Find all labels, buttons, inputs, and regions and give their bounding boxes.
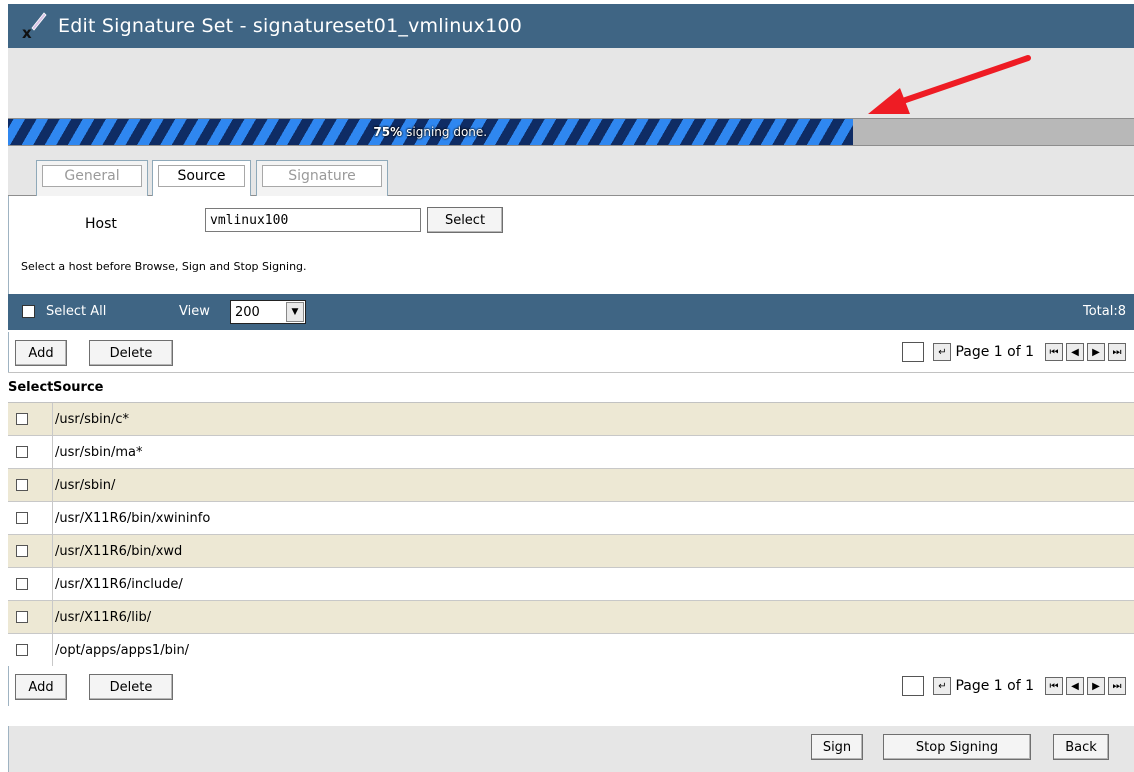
window-title: Edit Signature Set - signatureset01_vmli… (58, 15, 522, 37)
row-source: /usr/sbin/c* (55, 411, 130, 427)
row-source: /usr/X11R6/bin/xwininfo (55, 510, 211, 526)
row-checkbox[interactable] (16, 545, 28, 557)
table-row: /usr/sbin/ (8, 469, 1134, 502)
host-select-button[interactable]: Select (427, 207, 503, 233)
row-source: /usr/X11R6/include/ (55, 576, 183, 592)
delete-button-bottom[interactable]: Delete (89, 674, 173, 700)
stop-signing-button[interactable]: Stop Signing (883, 734, 1031, 760)
add-button[interactable]: Add (15, 340, 67, 366)
row-checkbox[interactable] (16, 512, 28, 524)
progress-text: signing done. (406, 125, 488, 139)
row-source: /usr/X11R6/bin/xwd (55, 543, 183, 559)
tab-source[interactable]: Source (152, 160, 251, 197)
host-input[interactable] (205, 208, 421, 232)
first-page-icon[interactable]: ⏮ (1045, 677, 1063, 695)
tab-general-label: General (42, 165, 142, 187)
previous-page-icon[interactable]: ◀ (1066, 343, 1084, 361)
next-page-icon[interactable]: ▶ (1087, 677, 1105, 695)
pager-bottom: ↵ Page 1 of 1 ⏮ ◀ ▶ ⏭ (902, 676, 1126, 696)
total-count: Total:8 (1082, 304, 1126, 319)
title-bar: x Edit Signature Set - signatureset01_vm… (8, 4, 1134, 48)
signing-progress-bar: 75% signing done. (8, 118, 1134, 146)
row-checkbox[interactable] (16, 446, 28, 458)
last-page-icon[interactable]: ⏭ (1108, 343, 1126, 361)
table-toolbar-bottom: Add Delete ↵ Page 1 of 1 ⏮ ◀ ▶ ⏭ (8, 666, 1134, 706)
progress-label: 75% signing done. (8, 119, 853, 145)
go-to-page-icon[interactable]: ↵ (933, 677, 952, 695)
tab-general[interactable]: General (36, 160, 148, 196)
previous-page-icon[interactable]: ◀ (1066, 677, 1084, 695)
tab-bar: General Source Signature (8, 146, 1134, 197)
delete-button[interactable]: Delete (89, 340, 173, 366)
row-checkbox[interactable] (16, 578, 28, 590)
row-source: /usr/X11R6/lib/ (55, 609, 152, 625)
table-row: /usr/sbin/c* (8, 403, 1134, 436)
view-count-value: 200 (235, 304, 260, 320)
action-bar: Sign Stop Signing Back (8, 726, 1134, 772)
row-checkbox[interactable] (16, 413, 28, 425)
row-checkbox[interactable] (16, 611, 28, 623)
page-number-input-bottom[interactable] (902, 676, 925, 696)
view-bar: Select All View 200 ▼ Total:8 (8, 294, 1134, 330)
add-button-bottom[interactable]: Add (15, 674, 67, 700)
table-row: /opt/apps/apps1/bin/ (8, 634, 1134, 667)
app-logo-icon: x (8, 4, 52, 48)
row-checkbox[interactable] (16, 479, 28, 491)
first-page-icon[interactable]: ⏮ (1045, 343, 1063, 361)
header-select: Select (8, 380, 54, 395)
row-source: /usr/sbin/ (55, 477, 116, 493)
pager: ↵ Page 1 of 1 ⏮ ◀ ▶ ⏭ (902, 342, 1126, 362)
header-source: Source (53, 380, 104, 395)
host-label: Host (85, 216, 117, 232)
chevron-down-icon[interactable]: ▼ (286, 302, 304, 322)
red-arrow-icon (868, 55, 1031, 114)
host-hint: Select a host before Browse, Sign and St… (21, 260, 307, 273)
view-count-select[interactable]: 200 ▼ (230, 300, 306, 324)
go-to-page-icon[interactable]: ↵ (933, 343, 952, 361)
row-source: /opt/apps/apps1/bin/ (55, 642, 190, 658)
select-all-label: Select All (46, 304, 107, 319)
table-row: /usr/sbin/ma* (8, 436, 1134, 469)
next-page-icon[interactable]: ▶ (1087, 343, 1105, 361)
table-row: /usr/X11R6/lib/ (8, 601, 1134, 634)
page-text: Page 1 of 1 (955, 344, 1034, 360)
page-text-bottom: Page 1 of 1 (955, 678, 1034, 694)
row-source: /usr/sbin/ma* (55, 444, 143, 460)
select-all-checkbox[interactable] (22, 305, 35, 318)
table-row: /usr/X11R6/bin/xwininfo (8, 502, 1134, 535)
row-checkbox[interactable] (16, 644, 28, 656)
table-row: /usr/X11R6/bin/xwd (8, 535, 1134, 568)
sign-button[interactable]: Sign (811, 734, 863, 760)
tab-source-label: Source (158, 165, 245, 187)
tab-signature[interactable]: Signature (256, 160, 388, 196)
tab-signature-label: Signature (262, 165, 382, 187)
table-row: /usr/X11R6/include/ (8, 568, 1134, 601)
back-button[interactable]: Back (1053, 734, 1109, 760)
table-header: Select Source (8, 373, 1134, 403)
page-number-input[interactable] (902, 342, 925, 362)
progress-percent: 75% (373, 125, 403, 139)
table-toolbar-top: Add Delete ↵ Page 1 of 1 ⏮ ◀ ▶ ⏭ (8, 332, 1134, 372)
svg-text:x: x (22, 24, 32, 40)
view-label: View (179, 304, 210, 319)
host-panel: Host Select Select a host before Browse,… (8, 196, 1134, 294)
source-table: Select Source /usr/sbin/c* /usr/sbin/ma*… (8, 372, 1134, 667)
last-page-icon[interactable]: ⏭ (1108, 677, 1126, 695)
